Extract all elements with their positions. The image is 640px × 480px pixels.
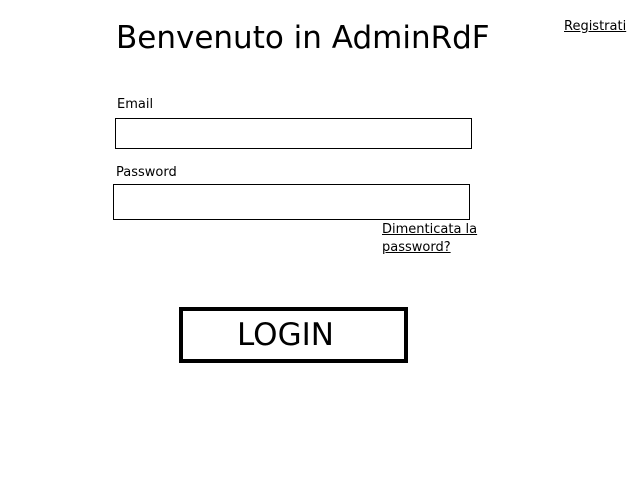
password-field[interactable] [113, 184, 470, 220]
password-label: Password [116, 165, 177, 180]
login-button[interactable]: LOGIN [179, 307, 408, 363]
email-field[interactable] [115, 118, 472, 149]
forgot-password-link[interactable]: Dimenticata la password? [382, 221, 478, 257]
login-page: Benvenuto in AdminRdF Registrati Email P… [0, 0, 640, 480]
page-title: Benvenuto in AdminRdF [116, 20, 490, 56]
email-label: Email [117, 97, 154, 112]
register-link[interactable]: Registrati [564, 19, 626, 35]
